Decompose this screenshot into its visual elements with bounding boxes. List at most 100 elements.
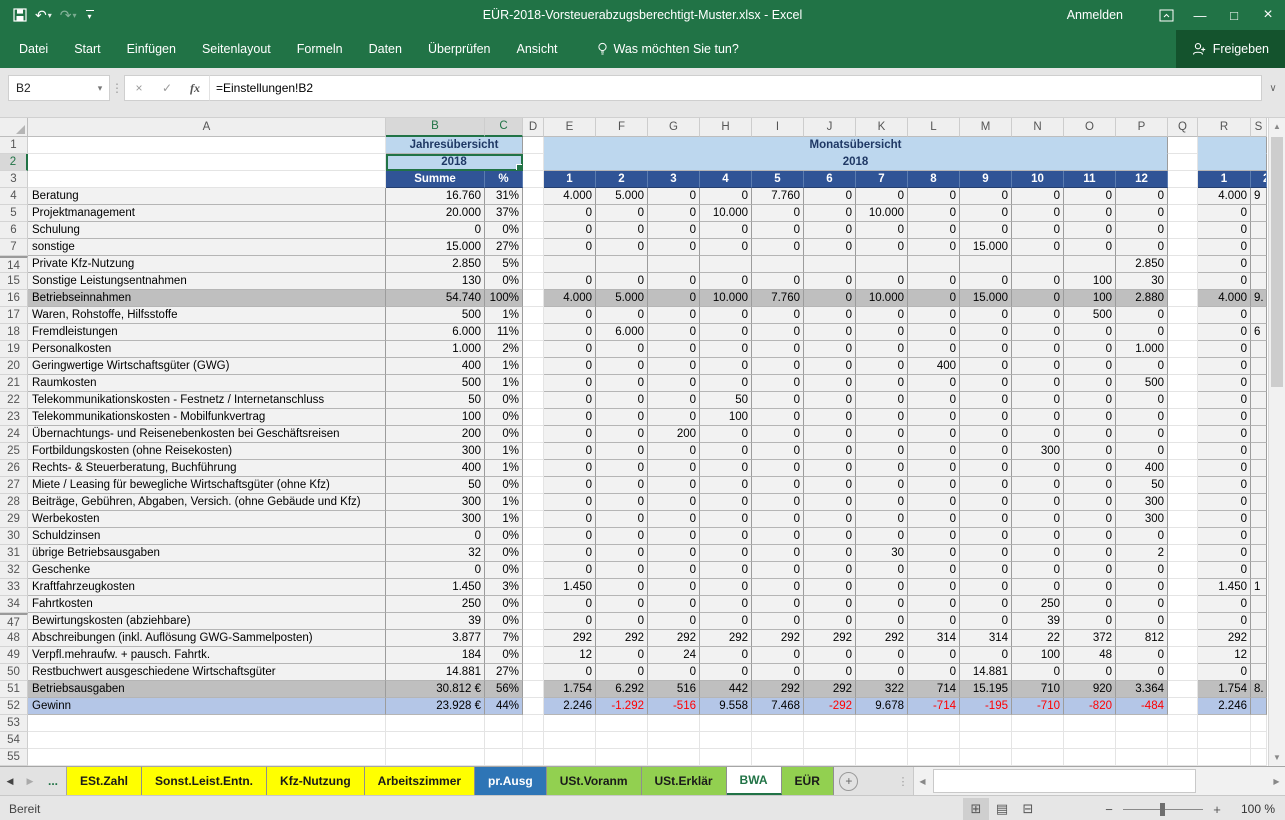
cell-C22[interactable]: 0%: [485, 392, 523, 409]
cell-E31[interactable]: 0: [544, 545, 596, 562]
cell-J53[interactable]: [804, 715, 856, 732]
cell-H54[interactable]: [700, 732, 752, 749]
cell-R20[interactable]: 0: [1198, 358, 1251, 375]
column-header-F[interactable]: F: [596, 118, 648, 137]
cell-J7[interactable]: 0: [804, 239, 856, 256]
cell-D5[interactable]: [523, 205, 544, 222]
cell-F53[interactable]: [596, 715, 648, 732]
cell-A7[interactable]: sonstige: [28, 239, 386, 256]
cell-E29[interactable]: 0: [544, 511, 596, 528]
cell-P33[interactable]: 0: [1116, 579, 1168, 596]
cell-E20[interactable]: 0: [544, 358, 596, 375]
cell-P25[interactable]: 0: [1116, 443, 1168, 460]
cell-O30[interactable]: 0: [1064, 528, 1116, 545]
cell-J54[interactable]: [804, 732, 856, 749]
cell-A47[interactable]: Bewirtungskosten (abziehbare): [28, 613, 386, 630]
cell-B55[interactable]: [386, 749, 485, 766]
column-header-N[interactable]: N: [1012, 118, 1064, 137]
cell-S50[interactable]: [1251, 664, 1267, 681]
cell-P18[interactable]: 0: [1116, 324, 1168, 341]
cell-L14[interactable]: [908, 256, 960, 273]
year-overview-title[interactable]: Jahresübersicht: [386, 137, 523, 154]
cell-P6[interactable]: 0: [1116, 222, 1168, 239]
cell-R24[interactable]: 0: [1198, 426, 1251, 443]
cell-D1[interactable]: [523, 137, 544, 154]
cell-M14[interactable]: [960, 256, 1012, 273]
cell-C33[interactable]: 3%: [485, 579, 523, 596]
cell-L54[interactable]: [908, 732, 960, 749]
cell-R33[interactable]: 1.450: [1198, 579, 1251, 596]
cumulative-month-header-2[interactable]: 2: [1251, 171, 1267, 188]
month-header-5[interactable]: 5: [752, 171, 804, 188]
cell-M54[interactable]: [960, 732, 1012, 749]
ribbon-display-options-button[interactable]: [1149, 0, 1183, 30]
formula-bar-expand-button[interactable]: ∨: [1262, 75, 1284, 101]
cell-J16[interactable]: 0: [804, 290, 856, 307]
cell-I19[interactable]: 0: [752, 341, 804, 358]
row-header-54[interactable]: 54: [0, 732, 28, 749]
cell-K23[interactable]: 0: [856, 409, 908, 426]
row-header-2[interactable]: 2: [0, 154, 28, 171]
cell-E21[interactable]: 0: [544, 375, 596, 392]
cell-B34[interactable]: 250: [386, 596, 485, 613]
cell-E7[interactable]: 0: [544, 239, 596, 256]
cell-P29[interactable]: 300: [1116, 511, 1168, 528]
cell-E23[interactable]: 0: [544, 409, 596, 426]
cell-Q21[interactable]: [1168, 375, 1198, 392]
cell-J5[interactable]: 0: [804, 205, 856, 222]
row-header-4[interactable]: 4: [0, 188, 28, 205]
cell-K25[interactable]: 0: [856, 443, 908, 460]
cell-B27[interactable]: 50: [386, 477, 485, 494]
cell-F25[interactable]: 0: [596, 443, 648, 460]
cell-R50[interactable]: 0: [1198, 664, 1251, 681]
cell-Q34[interactable]: [1168, 596, 1198, 613]
cell-B52[interactable]: 23.928 €: [386, 698, 485, 715]
cell-M28[interactable]: 0: [960, 494, 1012, 511]
cell-A51[interactable]: Betriebsausgaben: [28, 681, 386, 698]
cell-Q47[interactable]: [1168, 613, 1198, 630]
cell-Q24[interactable]: [1168, 426, 1198, 443]
cell-M49[interactable]: 0: [960, 647, 1012, 664]
cell-S22[interactable]: [1251, 392, 1267, 409]
sign-in-button[interactable]: Anmelden: [1067, 8, 1123, 22]
cell-N51[interactable]: 710: [1012, 681, 1064, 698]
cell-L18[interactable]: 0: [908, 324, 960, 341]
cell-K7[interactable]: 0: [856, 239, 908, 256]
cell-C15[interactable]: 0%: [485, 273, 523, 290]
cell-R4[interactable]: 4.000: [1198, 188, 1251, 205]
cell-N25[interactable]: 300: [1012, 443, 1064, 460]
row-header-14[interactable]: 14: [0, 256, 28, 273]
cell-P22[interactable]: 0: [1116, 392, 1168, 409]
cell-K30[interactable]: 0: [856, 528, 908, 545]
cell-Q25[interactable]: [1168, 443, 1198, 460]
cell-B14[interactable]: 2.850: [386, 256, 485, 273]
cell-I23[interactable]: 0: [752, 409, 804, 426]
cell-S54[interactable]: [1251, 732, 1267, 749]
row-header-20[interactable]: 20: [0, 358, 28, 375]
cell-N48[interactable]: 22: [1012, 630, 1064, 647]
cell-M29[interactable]: 0: [960, 511, 1012, 528]
row-header-25[interactable]: 25: [0, 443, 28, 460]
cell-C4[interactable]: 31%: [485, 188, 523, 205]
cell-J52[interactable]: -292: [804, 698, 856, 715]
cell-B29[interactable]: 300: [386, 511, 485, 528]
cell-A23[interactable]: Telekommunikationskosten - Mobilfunkvert…: [28, 409, 386, 426]
cell-G18[interactable]: 0: [648, 324, 700, 341]
cell-I52[interactable]: 7.468: [752, 698, 804, 715]
cell-E30[interactable]: 0: [544, 528, 596, 545]
cell-D50[interactable]: [523, 664, 544, 681]
cell-M27[interactable]: 0: [960, 477, 1012, 494]
cell-E15[interactable]: 0: [544, 273, 596, 290]
row-header-21[interactable]: 21: [0, 375, 28, 392]
cell-K17[interactable]: 0: [856, 307, 908, 324]
cell-H47[interactable]: 0: [700, 613, 752, 630]
sheet-tab-sonst-leist-entn-[interactable]: Sonst.Leist.Entn.: [142, 767, 267, 795]
cell-A31[interactable]: übrige Betriebsausgaben: [28, 545, 386, 562]
cell-S27[interactable]: [1251, 477, 1267, 494]
page-layout-view-icon[interactable]: ▤: [989, 798, 1015, 820]
cell-I34[interactable]: 0: [752, 596, 804, 613]
cell-K29[interactable]: 0: [856, 511, 908, 528]
cell-L29[interactable]: 0: [908, 511, 960, 528]
row-header-50[interactable]: 50: [0, 664, 28, 681]
cell-E24[interactable]: 0: [544, 426, 596, 443]
